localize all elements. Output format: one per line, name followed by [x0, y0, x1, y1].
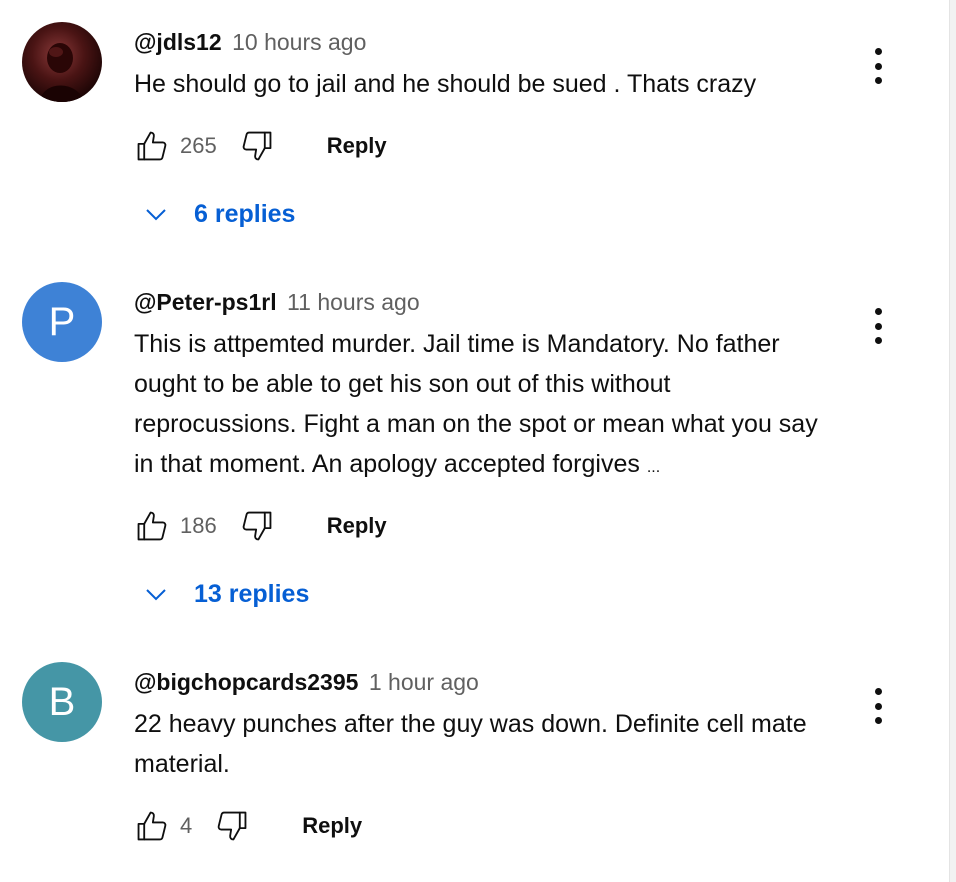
comment-text: He should go to jail and he should be su…: [134, 64, 824, 104]
comment-header: @bigchopcards2395 1 hour ago: [134, 666, 940, 698]
dislike-button[interactable]: [239, 128, 275, 164]
replies-count-label: 6 replies: [194, 199, 296, 228]
like-button[interactable]: [134, 508, 170, 544]
like-count: 4: [180, 813, 193, 838]
dislike-button[interactable]: [214, 808, 250, 844]
reply-button[interactable]: Reply: [327, 513, 387, 539]
more-vert-icon: [874, 688, 882, 695]
comment-text-content: 22 heavy punches after the guy was down.…: [134, 710, 807, 778]
comment-menu-button[interactable]: [864, 684, 892, 728]
thumbs-up-icon: [137, 131, 167, 161]
comment-actions: 265 Reply: [134, 126, 387, 166]
thumbs-down-icon: [217, 811, 247, 841]
comment-header: @jdls12 10 hours ago: [134, 26, 940, 58]
comment-thread: P @Peter-ps1rl 11 hours ago This is attp…: [0, 282, 940, 622]
comment-text-content: This is attpemted murder. Jail time is M…: [134, 330, 818, 478]
like-button[interactable]: [134, 808, 170, 844]
comment-author[interactable]: @Peter-ps1rl: [134, 289, 277, 315]
reply-button[interactable]: Reply: [302, 813, 362, 839]
like-count: 265: [180, 133, 217, 158]
comment-text-content: He should go to jail and he should be su…: [134, 70, 757, 98]
reply-button[interactable]: Reply: [327, 133, 387, 159]
like-count: 186: [180, 513, 217, 538]
comment-timestamp[interactable]: 10 hours ago: [232, 29, 366, 55]
comment-timestamp[interactable]: 1 hour ago: [369, 669, 479, 695]
comment-text: This is attpemted murder. Jail time is M…: [134, 324, 824, 488]
view-replies-button[interactable]: 13 replies: [144, 574, 309, 614]
comment-timestamp[interactable]: 11 hours ago: [287, 289, 420, 315]
avatar-photo-icon: [40, 43, 84, 102]
truncation-ellipsis: ...: [646, 459, 661, 476]
avatar[interactable]: [22, 22, 102, 102]
comment-menu-button[interactable]: [864, 44, 892, 88]
thumbs-up-icon: [137, 811, 167, 841]
comment-body: @Peter-ps1rl 11 hours ago This is attpem…: [134, 286, 940, 488]
avatar-letter: B: [48, 679, 76, 724]
thumbs-up-icon: [137, 511, 167, 541]
avatar[interactable]: P: [22, 282, 102, 362]
avatar[interactable]: B: [22, 662, 102, 742]
comment-author[interactable]: @jdls12: [134, 29, 222, 55]
comment-body: @jdls12 10 hours ago He should go to jai…: [134, 26, 940, 104]
comment-actions: 4 Reply: [134, 806, 362, 846]
avatar-letter: P: [48, 299, 76, 344]
like-button[interactable]: [134, 128, 170, 164]
comment-header: @Peter-ps1rl 11 hours ago: [134, 286, 940, 318]
comment-body: @bigchopcards2395 1 hour ago 22 heavy pu…: [134, 666, 940, 784]
thumbs-down-icon: [242, 131, 272, 161]
replies-count-label: 13 replies: [194, 579, 310, 608]
dislike-button[interactable]: [239, 508, 275, 544]
chevron-down-icon: [144, 582, 168, 606]
view-replies-button[interactable]: 6 replies: [144, 194, 295, 234]
comment-author[interactable]: @bigchopcards2395: [134, 669, 358, 695]
chevron-down-icon: [144, 202, 168, 226]
comment-text: 22 heavy punches after the guy was down.…: [134, 704, 824, 784]
comment-thread: @jdls12 10 hours ago He should go to jai…: [0, 22, 940, 252]
more-vert-icon: [874, 48, 882, 55]
scrollbar-track[interactable]: [949, 0, 956, 882]
more-vert-icon: [874, 308, 882, 315]
comment-menu-button[interactable]: [864, 304, 892, 348]
comment-actions: 186 Reply: [134, 506, 387, 546]
thumbs-down-icon: [242, 511, 272, 541]
comment-thread: B @bigchopcards2395 1 hour ago 22 heavy …: [0, 662, 940, 862]
